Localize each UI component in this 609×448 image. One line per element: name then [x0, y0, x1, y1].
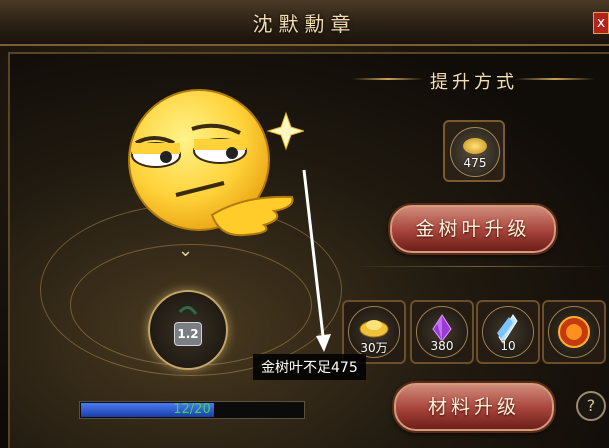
- title-bar: 沈默勳章 x: [0, 0, 609, 46]
- purple-crystal-icon: 380: [416, 306, 468, 358]
- material-slot-blue-crystal[interactable]: 10: [476, 300, 540, 364]
- material-slot-fire-orb[interactable]: [542, 300, 606, 364]
- window-title: 沈默勳章: [252, 12, 357, 36]
- medal-slot[interactable]: 1.2: [148, 290, 228, 370]
- upgrade-methods-title: 提升方式: [430, 72, 518, 93]
- help-button[interactable]: ?: [576, 391, 606, 421]
- material-upgrade-button[interactable]: 材料升级: [394, 383, 554, 431]
- medal-upgrade-window: 沈默勳章 x 提升方式 475 金树叶升级 30万 380 10 材料升级 ? …: [0, 0, 609, 448]
- gold-leaf-count: 475: [463, 156, 487, 170]
- title-ornament-left: [352, 78, 424, 80]
- material-slot-purple-crystal[interactable]: 380: [410, 300, 474, 364]
- purple-crystal-count: 380: [430, 339, 454, 353]
- smug-emoji-sticker: [124, 85, 306, 254]
- medal-level-badge: 1.2: [174, 322, 202, 346]
- fire-orb-icon: [548, 306, 600, 358]
- blue-crystal-count: 10: [500, 339, 516, 353]
- title-ornament-right: [515, 78, 595, 80]
- close-button[interactable]: x: [593, 12, 609, 34]
- progress-bar: 12/20: [79, 401, 305, 419]
- blue-crystal-icon: 10: [482, 306, 534, 358]
- gold-leaf-upgrade-button[interactable]: 金树叶升级: [390, 205, 556, 253]
- insufficient-tooltip: 金树叶不足475: [253, 354, 366, 380]
- gold-leaf-icon: 475: [450, 127, 500, 177]
- divider: [350, 266, 609, 267]
- gold-leaf-slot[interactable]: 475: [443, 120, 505, 182]
- gold-ingot-icon: 30万: [348, 306, 400, 358]
- progress-text: 12/20: [173, 402, 211, 417]
